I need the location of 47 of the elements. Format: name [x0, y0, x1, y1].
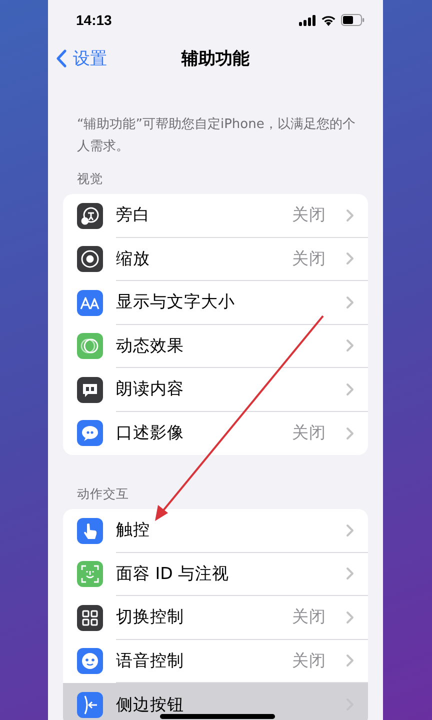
signal-icon	[299, 14, 316, 26]
row-label: 触控	[116, 519, 150, 542]
row-value: 关闭	[292, 422, 326, 444]
row-label: 口述影像	[116, 422, 184, 444]
row-label: 切换控制	[116, 606, 184, 628]
row-label: 语音控制	[116, 650, 184, 672]
settings-row[interactable]: 切换控制 关闭	[63, 596, 368, 640]
description-text: “辅助功能”可帮助您自定iPhone，以满足您的个人需求。	[76, 116, 356, 156]
chevron-icon	[346, 524, 354, 537]
settings-row[interactable]: 面容 ID 与注视	[63, 552, 368, 596]
chevron-icon	[346, 382, 354, 396]
chevron-icon	[346, 567, 354, 580]
chevron-icon	[346, 208, 354, 222]
settings-row[interactable]: 侧边按钮	[63, 683, 368, 720]
row-label: 动态效果	[116, 334, 184, 357]
row-value: 关闭	[292, 606, 326, 628]
chevron-icon	[346, 252, 354, 266]
section-header: 动作交互	[77, 486, 129, 503]
status-time: 14:13	[76, 12, 112, 28]
section-header: 视觉	[77, 171, 103, 188]
row-label: 显示与文字大小	[116, 291, 235, 314]
row-value: 关闭	[292, 650, 326, 672]
chevron-icon	[346, 610, 354, 624]
wifi-icon	[321, 14, 336, 26]
row-label: 缩放	[116, 248, 150, 270]
row-label: 面容 ID 与注视	[116, 562, 230, 585]
page-title: 辅助功能	[182, 48, 250, 70]
battery-icon	[341, 14, 365, 26]
row-label: 侧边按钮	[116, 694, 184, 716]
settings-row[interactable]: 旁白 关闭	[63, 194, 368, 238]
row-label: 朗读内容	[116, 378, 184, 400]
row-label: 旁白	[116, 204, 150, 226]
row-value: 关闭	[292, 248, 326, 270]
settings-row[interactable]: 触控	[63, 509, 368, 552]
settings-row[interactable]: 缩放 关闭	[63, 238, 368, 281]
chevron-icon	[346, 654, 354, 668]
back-label: 设置	[73, 48, 107, 70]
settings-row[interactable]: 显示与文字大小	[63, 281, 368, 324]
chevron-icon	[346, 426, 354, 440]
settings-row[interactable]: 口述影像 关闭	[63, 412, 368, 455]
settings-row[interactable]: 朗读内容	[63, 368, 368, 412]
back-link[interactable]: 设置	[56, 47, 107, 70]
chevron-icon	[346, 296, 354, 309]
row-value: 关闭	[292, 204, 326, 226]
back-chevron-icon	[56, 49, 67, 68]
chevron-icon	[346, 339, 354, 352]
settings-row[interactable]: 动态效果	[63, 324, 368, 368]
